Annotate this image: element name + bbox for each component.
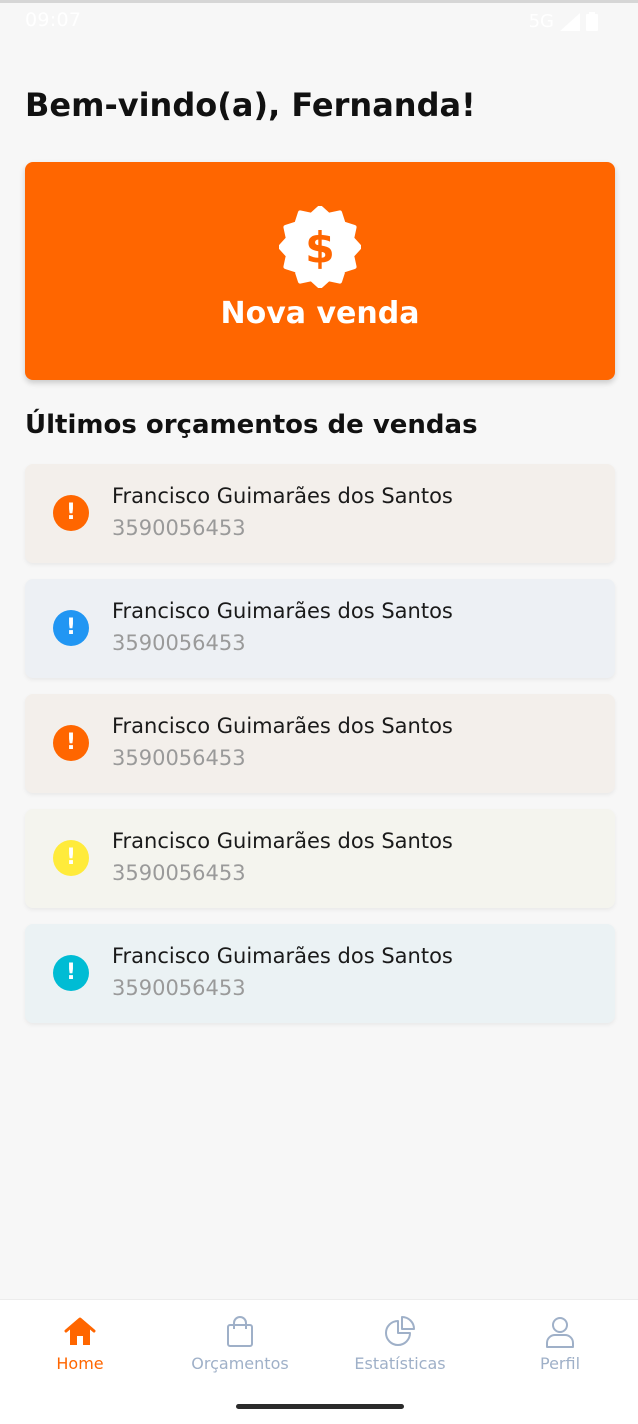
recent-quotes-list: ! Francisco Guimarães dos Santos 359005645… xyxy=(25,464,615,1039)
quote-customer-name: Francisco Guimarães dos Santos xyxy=(112,829,453,853)
quote-customer-name: Francisco Guimarães dos Santos xyxy=(112,944,453,968)
quote-list-item[interactable]: ! Francisco Guimarães dos Santos 359005645… xyxy=(25,694,615,793)
nav-label: Estatísticas xyxy=(354,1354,446,1373)
home-icon xyxy=(62,1314,98,1350)
new-sale-label: Nova venda xyxy=(220,296,420,331)
new-sale-button[interactable]: $ Nova venda xyxy=(25,162,615,380)
quote-list-item[interactable]: ! Francisco Guimarães dos Santos 359005645… xyxy=(25,809,615,908)
status-bar: 09:07 5G xyxy=(0,0,638,40)
quote-customer-name: Francisco Guimarães dos Santos xyxy=(112,599,453,623)
battery-icon xyxy=(586,12,598,31)
quote-customer-phone: 3590056453 xyxy=(112,746,246,770)
nav-label: Orçamentos xyxy=(191,1354,289,1373)
page-title: Bem-vindo(a), Fernanda! xyxy=(25,86,476,124)
status-time: 09:07 xyxy=(25,9,82,31)
shopping-bag-icon xyxy=(222,1314,258,1350)
alert-icon: ! xyxy=(53,725,89,761)
alert-icon: ! xyxy=(53,840,89,876)
quote-list-item[interactable]: ! Francisco Guimarães dos Santos 359005645… xyxy=(25,924,615,1023)
quote-customer-name: Francisco Guimarães dos Santos xyxy=(112,484,453,508)
quote-list-item[interactable]: ! Francisco Guimarães dos Santos 359005645… xyxy=(25,464,615,563)
nav-label: Perfil xyxy=(539,1354,581,1373)
quote-customer-phone: 3590056453 xyxy=(112,861,246,885)
nav-item-estatsticas[interactable]: Estatísticas xyxy=(320,1300,480,1390)
nav-item-oramentos[interactable]: Orçamentos xyxy=(160,1300,320,1390)
home-indicator[interactable] xyxy=(236,1404,404,1409)
status-indicators: 5G xyxy=(529,11,598,32)
user-icon xyxy=(542,1314,578,1350)
nav-item-perfil[interactable]: Perfil xyxy=(480,1300,638,1390)
recent-quotes-title: Últimos orçamentos de vendas xyxy=(25,410,478,440)
quote-customer-name: Francisco Guimarães dos Santos xyxy=(112,714,453,738)
dollar-badge-icon: $ xyxy=(279,206,361,288)
quote-customer-phone: 3590056453 xyxy=(112,976,246,1000)
quote-customer-phone: 3590056453 xyxy=(112,631,246,655)
quote-customer-phone: 3590056453 xyxy=(112,516,246,540)
alert-icon: ! xyxy=(53,610,89,646)
alert-icon: ! xyxy=(53,955,89,991)
pie-chart-icon xyxy=(382,1314,418,1350)
quote-list-item[interactable]: ! Francisco Guimarães dos Santos 359005645… xyxy=(25,579,615,678)
network-type: 5G xyxy=(528,11,554,32)
signal-icon xyxy=(560,12,580,31)
nav-item-home[interactable]: Home xyxy=(0,1300,160,1390)
svg-text:$: $ xyxy=(305,224,335,274)
alert-icon: ! xyxy=(53,495,89,531)
nav-label: Home xyxy=(56,1354,104,1373)
